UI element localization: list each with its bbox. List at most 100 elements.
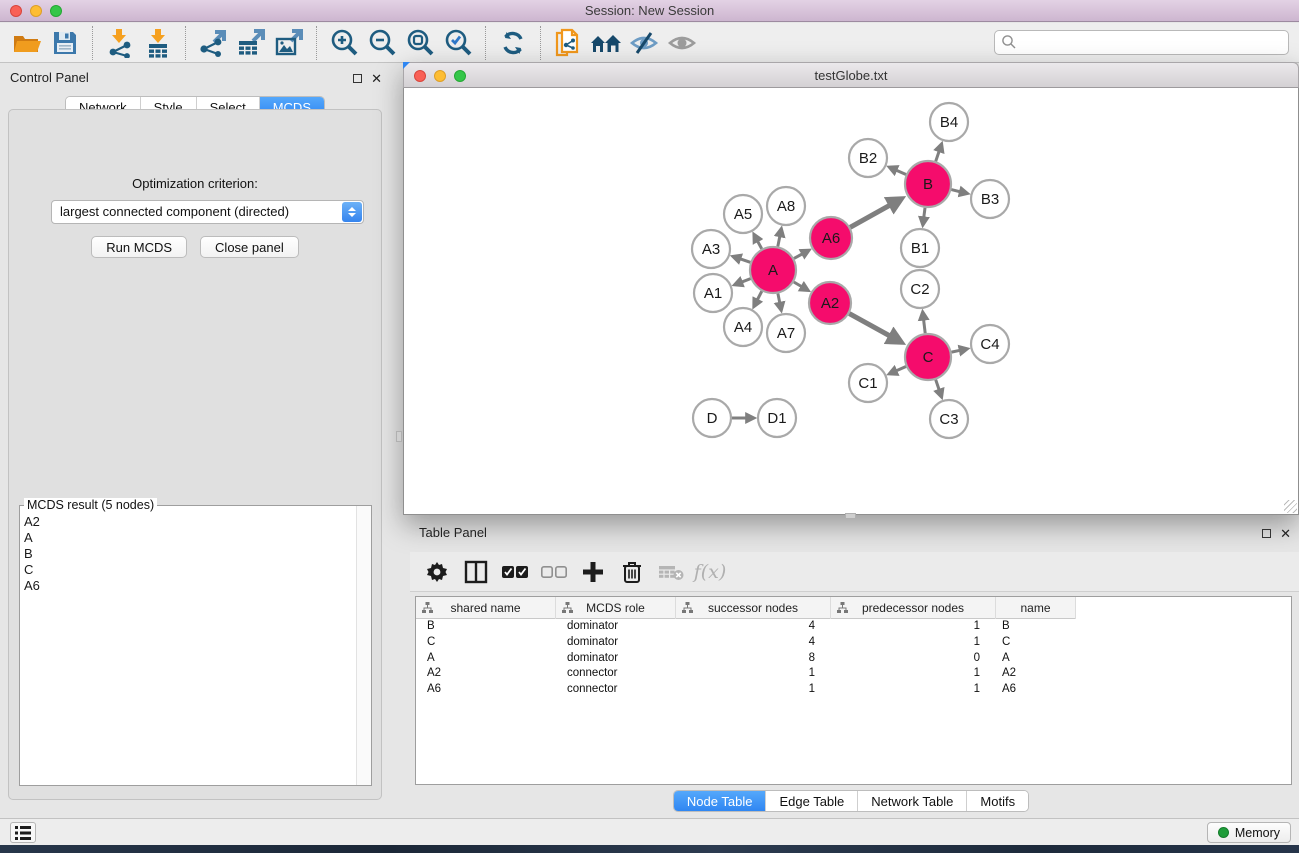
table-row[interactable]: Cdominator41C: [416, 635, 1291, 651]
zoom-fit-button[interactable]: [401, 26, 439, 60]
add-column-button[interactable]: [578, 557, 608, 587]
cell-shared-name[interactable]: A6: [416, 682, 556, 698]
cell-shared-name[interactable]: A2: [416, 666, 556, 682]
network-canvas[interactable]: B4B2BB3A8A5A6A3B1AA1C2A2A4A7CC4C1C3DD1: [403, 88, 1299, 515]
toggle-column-view-button[interactable]: [461, 557, 491, 587]
graph-node-B3[interactable]: B3: [971, 180, 1009, 218]
graph-node-A1[interactable]: A1: [694, 274, 732, 312]
graph-node-C2[interactable]: C2: [901, 270, 939, 308]
cell-predecessor-nodes[interactable]: 1: [831, 619, 996, 635]
graph-node-A[interactable]: A: [750, 247, 796, 293]
graph-node-C4[interactable]: C4: [971, 325, 1009, 363]
graph-node-B[interactable]: B: [905, 161, 951, 207]
search-input[interactable]: [994, 30, 1289, 55]
clone-network-button[interactable]: [549, 26, 587, 60]
zoom-in-button[interactable]: [325, 26, 363, 60]
cell-MCDS-role[interactable]: connector: [556, 666, 676, 682]
select-all-rows-button[interactable]: [500, 557, 530, 587]
graph-node-A3[interactable]: A3: [692, 230, 730, 268]
cell-shared-name[interactable]: B: [416, 619, 556, 635]
cell-shared-name[interactable]: A: [416, 651, 556, 667]
edge-B-B1[interactable]: [924, 208, 925, 218]
cell-predecessor-nodes[interactable]: 0: [831, 651, 996, 667]
hide-selected-button[interactable]: [625, 26, 663, 60]
import-table-button[interactable]: [139, 26, 177, 60]
graph-node-C1[interactable]: C1: [849, 364, 887, 402]
column-header-shared-name[interactable]: shared name: [416, 597, 556, 619]
cell-successor-nodes[interactable]: 1: [676, 666, 831, 682]
tab-network-table[interactable]: Network Table: [858, 791, 967, 811]
cell-MCDS-role[interactable]: dominator: [556, 651, 676, 667]
edge-C-C3[interactable]: [936, 380, 940, 391]
open-file-button[interactable]: [8, 26, 46, 60]
cell-shared-name[interactable]: C: [416, 635, 556, 651]
cell-name[interactable]: A6: [996, 682, 1076, 698]
table-row[interactable]: Bdominator41B: [416, 619, 1291, 635]
column-header-name[interactable]: name: [996, 597, 1076, 619]
cell-MCDS-role[interactable]: dominator: [556, 635, 676, 651]
column-header-MCDS-role[interactable]: MCDS role: [556, 597, 676, 619]
tab-edge-table[interactable]: Edge Table: [766, 791, 858, 811]
cell-successor-nodes[interactable]: 4: [676, 619, 831, 635]
zoom-out-button[interactable]: [363, 26, 401, 60]
cell-name[interactable]: A: [996, 651, 1076, 667]
delete-column-button[interactable]: [617, 557, 647, 587]
result-list-item[interactable]: A2: [24, 514, 355, 530]
export-image-button[interactable]: [270, 26, 308, 60]
float-panel-icon[interactable]: [353, 74, 362, 83]
cell-predecessor-nodes[interactable]: 1: [831, 635, 996, 651]
table-row[interactable]: A2connector11A2: [416, 666, 1291, 682]
column-header-predecessor-nodes[interactable]: predecessor nodes: [831, 597, 996, 619]
graph-node-A8[interactable]: A8: [767, 187, 805, 225]
graph-node-A7[interactable]: A7: [767, 314, 805, 352]
graph-node-A2[interactable]: A2: [809, 282, 851, 324]
edge-A-A7[interactable]: [778, 294, 780, 304]
graph-node-A6[interactable]: A6: [810, 217, 852, 259]
split-divider-handle[interactable]: [845, 513, 856, 519]
show-selected-button[interactable]: [663, 26, 701, 60]
edge-A6-B[interactable]: [850, 204, 891, 227]
edge-C-C4[interactable]: [952, 350, 961, 352]
cell-name[interactable]: B: [996, 619, 1076, 635]
table-settings-button[interactable]: [422, 557, 452, 587]
close-table-panel-icon[interactable]: ✕: [1280, 529, 1291, 538]
cell-MCDS-role[interactable]: dominator: [556, 619, 676, 635]
graph-node-B1[interactable]: B1: [901, 229, 939, 267]
cell-successor-nodes[interactable]: 1: [676, 682, 831, 698]
table-row[interactable]: Adominator80A: [416, 651, 1291, 667]
close-panel-icon[interactable]: ✕: [371, 74, 382, 83]
graph-node-A4[interactable]: A4: [724, 308, 762, 346]
edge-C-C1[interactable]: [896, 367, 907, 372]
table-row[interactable]: A6connector11A6: [416, 682, 1291, 698]
edge-A-A5[interactable]: [757, 240, 762, 248]
cell-successor-nodes[interactable]: 8: [676, 651, 831, 667]
tab-motifs[interactable]: Motifs: [967, 791, 1028, 811]
edge-A-A4[interactable]: [757, 291, 762, 300]
graph-node-D[interactable]: D: [693, 399, 731, 437]
edge-A-A2[interactable]: [794, 282, 803, 287]
show-all-networks-button[interactable]: [587, 26, 625, 60]
graph-node-D1[interactable]: D1: [758, 399, 796, 437]
edge-B-B4[interactable]: [936, 150, 940, 161]
graph-node-C[interactable]: C: [905, 334, 951, 380]
refresh-button[interactable]: [494, 26, 532, 60]
edge-A2-C[interactable]: [849, 314, 891, 337]
graph-node-A5[interactable]: A5: [724, 195, 762, 233]
edge-A-A1[interactable]: [741, 279, 751, 283]
result-list-item[interactable]: B: [24, 546, 355, 562]
network-window-titlebar[interactable]: testGlobe.txt: [403, 62, 1299, 88]
edge-A-A8[interactable]: [778, 235, 780, 246]
window-resize-grip[interactable]: [1284, 500, 1297, 513]
cell-MCDS-role[interactable]: connector: [556, 682, 676, 698]
graph-node-C3[interactable]: C3: [930, 400, 968, 438]
export-network-button[interactable]: [194, 26, 232, 60]
cell-name[interactable]: C: [996, 635, 1076, 651]
zoom-selected-button[interactable]: [439, 26, 477, 60]
split-divider-handle[interactable]: [396, 431, 402, 442]
graph-node-B4[interactable]: B4: [930, 103, 968, 141]
tab-node-table[interactable]: Node Table: [674, 791, 767, 811]
edge-C-C2[interactable]: [924, 319, 926, 333]
result-list-item[interactable]: A: [24, 530, 355, 546]
save-session-button[interactable]: [46, 26, 84, 60]
close-panel-button[interactable]: Close panel: [200, 236, 299, 258]
